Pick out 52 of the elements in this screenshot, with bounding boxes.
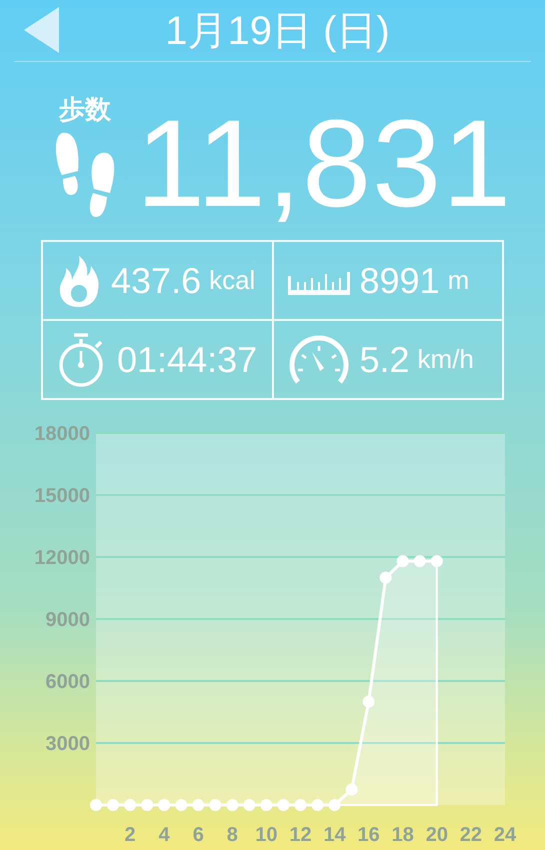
x-axis-label: 10: [255, 824, 278, 846]
y-axis-label: 15000: [34, 485, 90, 507]
data-point: [328, 799, 341, 811]
back-icon[interactable]: [24, 7, 60, 53]
x-axis-label: 6: [192, 824, 204, 846]
steps-label: 歩数: [59, 93, 111, 126]
y-axis-label: 9000: [46, 609, 90, 631]
y-axis-label: 12000: [34, 547, 90, 569]
x-axis-label: 16: [358, 824, 380, 846]
x-axis-label: 8: [226, 824, 238, 846]
data-point: [294, 799, 306, 811]
data-point: [141, 799, 154, 811]
data-point: [362, 696, 375, 708]
data-point: [346, 784, 358, 796]
y-axis-label: 18000: [34, 423, 90, 445]
stat-unit: kcal: [209, 265, 256, 296]
x-axis-label: 24: [494, 824, 516, 846]
flame-icon: [57, 254, 101, 308]
stat-unit: km/h: [418, 344, 474, 375]
x-axis-label: 22: [460, 824, 482, 846]
data-point: [175, 799, 188, 811]
data-point: [107, 799, 120, 811]
speedometer-icon: [288, 334, 350, 386]
x-axis-label: 14: [323, 824, 346, 846]
x-axis-label: 18: [392, 824, 414, 846]
data-point: [124, 799, 136, 811]
data-point: [430, 555, 443, 568]
data-point: [226, 799, 238, 811]
data-point: [192, 799, 204, 811]
x-axis-label: 4: [158, 824, 170, 846]
data-point: [243, 799, 256, 811]
data-point: [414, 555, 426, 568]
data-point: [209, 799, 222, 811]
step-count: 11,831: [136, 94, 512, 226]
data-point: [90, 799, 102, 811]
data-point: [396, 555, 409, 568]
y-axis-label: 6000: [46, 671, 90, 693]
stat-value: 01:44:37: [117, 338, 258, 380]
data-point: [380, 572, 392, 584]
data-point: [312, 799, 324, 811]
x-axis-label: 12: [289, 824, 312, 846]
date-title: 1月19日 (日): [164, 8, 391, 54]
stat-value: 8991: [360, 260, 440, 302]
data-point: [260, 799, 272, 811]
x-axis-label: 20: [426, 824, 448, 846]
data-point: [158, 799, 170, 811]
stat-unit: m: [448, 265, 470, 296]
data-point: [277, 799, 290, 811]
stat-value: 437.6: [111, 260, 202, 302]
stat-value: 5.2: [360, 338, 410, 380]
y-axis-label: 3000: [46, 733, 90, 755]
x-axis-label: 2: [124, 824, 136, 846]
